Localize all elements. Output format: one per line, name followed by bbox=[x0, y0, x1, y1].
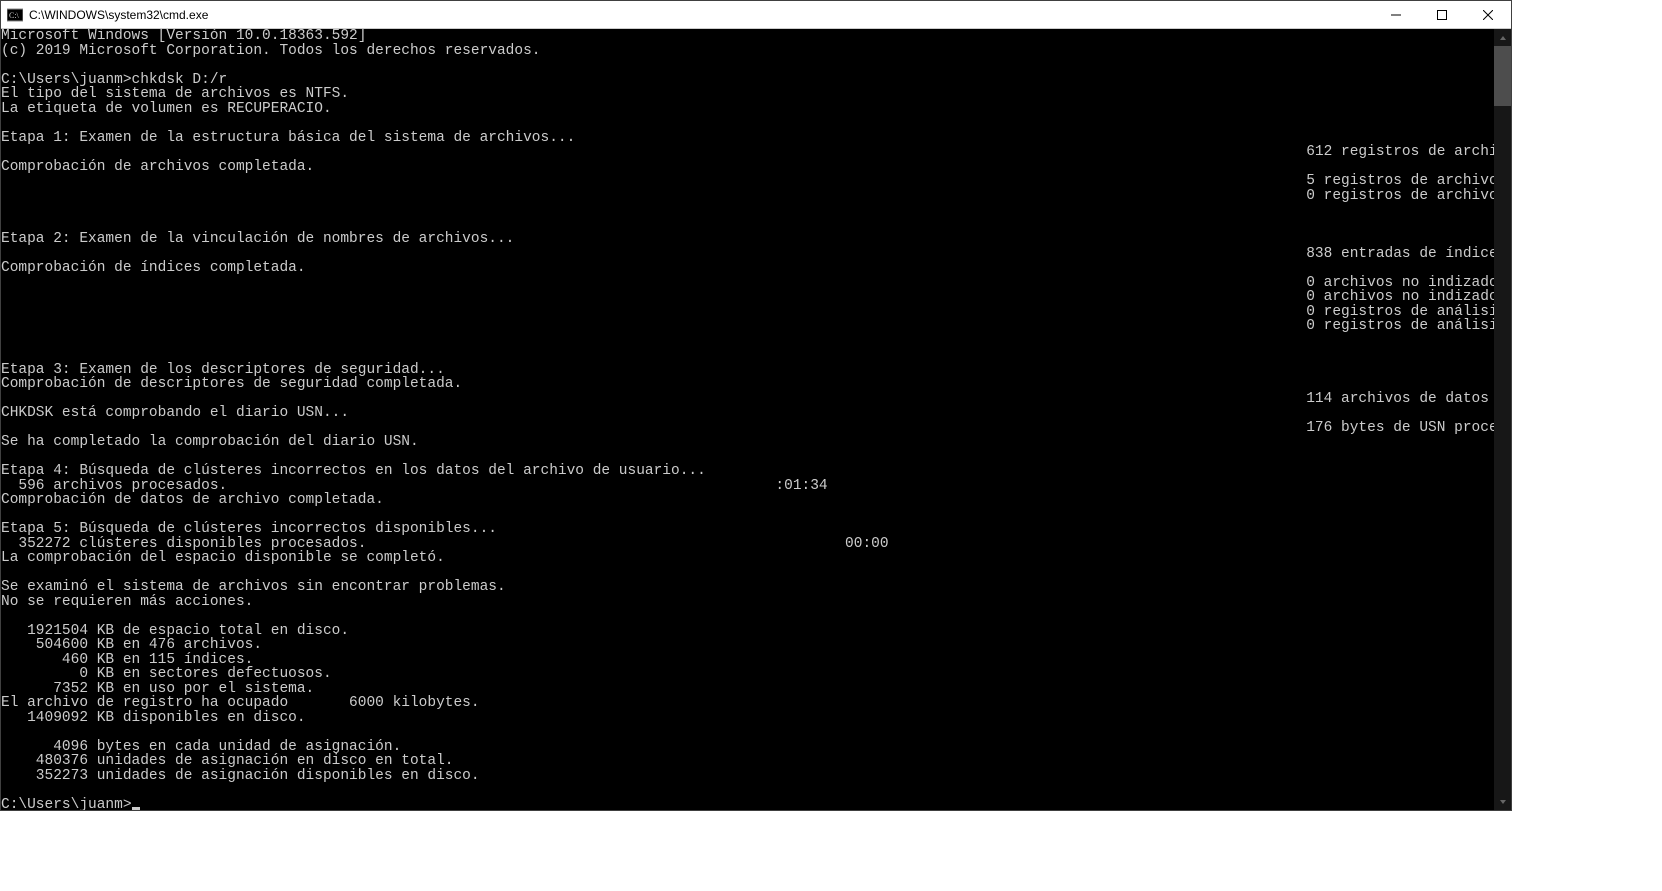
content-area: Microsoft Windows [Versión 10.0.18363.59… bbox=[1, 29, 1511, 810]
vertical-scrollbar[interactable] bbox=[1494, 29, 1511, 810]
window-title: C:\WINDOWS\system32\cmd.exe bbox=[29, 8, 1373, 22]
minimize-button[interactable] bbox=[1373, 1, 1419, 28]
cmd-window: C:\ C:\WINDOWS\system32\cmd.exe Microsof… bbox=[0, 0, 1512, 811]
window-controls bbox=[1373, 1, 1511, 28]
scroll-down-arrow[interactable] bbox=[1494, 793, 1511, 810]
close-button[interactable] bbox=[1465, 1, 1511, 28]
scroll-track[interactable] bbox=[1494, 46, 1511, 793]
cmd-icon: C:\ bbox=[7, 7, 23, 23]
cursor bbox=[132, 807, 140, 810]
scroll-thumb[interactable] bbox=[1494, 46, 1511, 106]
terminal-output[interactable]: Microsoft Windows [Versión 10.0.18363.59… bbox=[1, 29, 1494, 810]
titlebar[interactable]: C:\ C:\WINDOWS\system32\cmd.exe bbox=[1, 1, 1511, 29]
svg-text:C:\: C:\ bbox=[9, 11, 20, 20]
maximize-button[interactable] bbox=[1419, 1, 1465, 28]
scroll-up-arrow[interactable] bbox=[1494, 29, 1511, 46]
